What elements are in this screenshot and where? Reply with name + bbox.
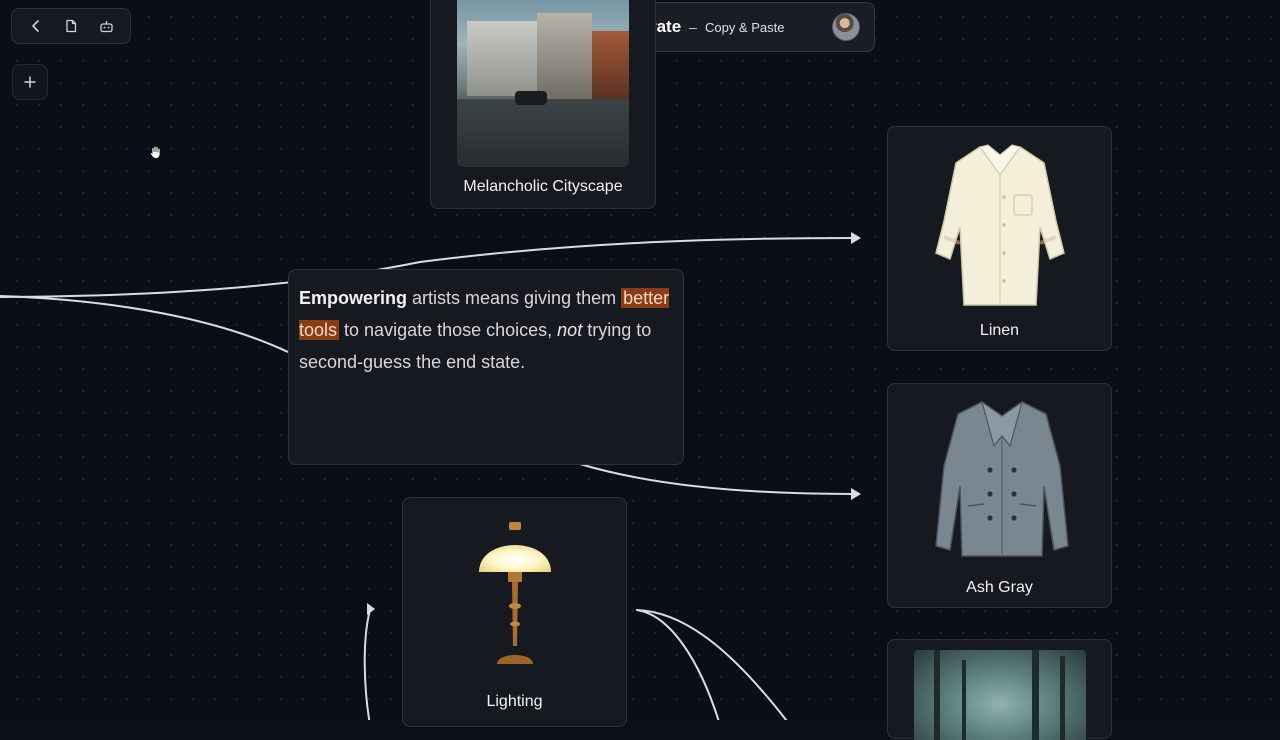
image-card-forest[interactable] (887, 639, 1112, 739)
chevron-left-icon (29, 19, 43, 33)
bold-text: Empowering (299, 288, 407, 308)
add-node-button[interactable] (12, 64, 48, 100)
lamp-image (475, 514, 555, 674)
image-card-cityscape[interactable]: Melancholic Cityscape (430, 0, 656, 209)
card-label: Ash Gray (888, 579, 1111, 597)
text-card-content: Empowering artists means giving them bet… (299, 282, 673, 378)
plus-icon (24, 76, 36, 88)
header-separator: – (689, 19, 697, 35)
robot-icon (99, 19, 114, 34)
cityscape-image (457, 0, 629, 167)
card-label: Lighting (403, 693, 626, 711)
ash-gray-coat-image (932, 396, 1072, 560)
forest-image (914, 650, 1086, 740)
hand-cursor-icon (148, 144, 164, 160)
text-span: to navigate those choices, (339, 320, 557, 340)
project-title[interactable]: Copy & Paste (705, 20, 785, 35)
document-icon (64, 19, 78, 33)
text-span: artists means giving them (407, 288, 621, 308)
image-card-ash-gray[interactable]: Ash Gray (887, 383, 1112, 608)
back-button[interactable] (21, 12, 51, 40)
card-label: Melancholic Cityscape (431, 178, 655, 196)
linen-shirt-image (932, 141, 1068, 313)
image-card-lighting[interactable]: Lighting (402, 497, 627, 727)
avatar[interactable] (832, 13, 860, 41)
image-card-linen[interactable]: Linen (887, 126, 1112, 351)
text-card[interactable]: Empowering artists means giving them bet… (288, 269, 684, 465)
document-button[interactable] (56, 12, 86, 40)
card-label: Linen (888, 322, 1111, 340)
toolbar (11, 8, 131, 44)
bot-button[interactable] (91, 12, 121, 40)
italic-text: not (557, 320, 582, 340)
